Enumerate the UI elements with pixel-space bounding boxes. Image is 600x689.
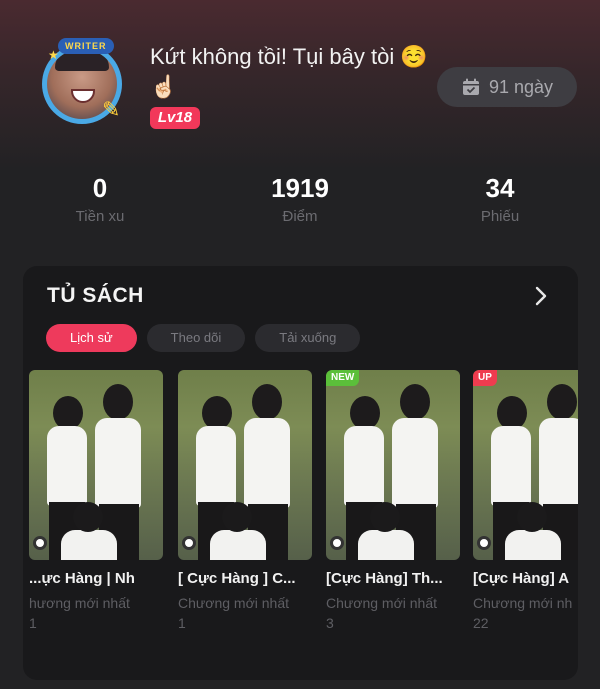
- book-title: [Cực Hàng] Th...: [326, 570, 443, 587]
- play-icon: [182, 536, 196, 550]
- bookshelf-title: TỦ SÁCH: [47, 284, 144, 307]
- star-icon: ★: [48, 48, 59, 62]
- book-title: ực Hàng | Nh...: [29, 570, 135, 587]
- days-label: 91 ngày: [488, 76, 554, 97]
- update-badge: UP: [473, 370, 497, 386]
- bookshelf-panel: TỦ SÁCH Lịch sử Theo dõi Tải xuống ực Hà…: [23, 266, 578, 680]
- book-list: ực Hàng | Nh... hương mới nhất 1 [ Cực H…: [23, 370, 578, 670]
- book-cover: [29, 370, 163, 560]
- book-chapter: 22: [473, 615, 489, 631]
- tab-following[interactable]: Theo dõi: [146, 324, 246, 352]
- calendar-icon: [462, 78, 479, 95]
- tab-history[interactable]: Lịch sử: [46, 324, 137, 352]
- book-cover: [178, 370, 312, 560]
- book-chapter: 3: [326, 615, 334, 631]
- writer-badge: WRITER: [58, 38, 114, 54]
- book-subtitle: Chương mới nhất: [326, 595, 438, 611]
- book-title: [Cực Hàng] A: [473, 570, 570, 587]
- username: Kứt không tồi! Tụi bây tòi ☺️☝🏻: [150, 44, 428, 99]
- stat-label: Tiền xu: [75, 208, 125, 225]
- book-subtitle: Chương mới nhất: [178, 595, 290, 611]
- stat-value: 0: [92, 173, 108, 203]
- avatar[interactable]: ★ WRITER ✎: [42, 38, 128, 130]
- book-cover: UP: [473, 370, 578, 560]
- book-card[interactable]: ực Hàng | Nh... hương mới nhất 1: [29, 370, 163, 631]
- bookshelf-tabs: Lịch sử Theo dõi Tải xuống: [46, 324, 361, 352]
- play-icon: [33, 536, 47, 550]
- stat-tickets[interactable]: 34 Phiếu: [440, 172, 560, 225]
- stat-value: 1919: [271, 173, 329, 203]
- level-badge: Lv18: [150, 107, 200, 129]
- book-card[interactable]: [ Cực Hàng ] C... Chương mới nhất 1: [178, 370, 312, 631]
- book-subtitle: Chương mới nh: [473, 595, 573, 611]
- pencil-icon: ✎: [102, 97, 121, 122]
- play-icon: [477, 536, 491, 550]
- stat-label: Điểm: [282, 208, 318, 225]
- book-chapter: 1: [29, 615, 37, 631]
- stat-points[interactable]: 1919 Điểm: [240, 172, 360, 225]
- checkin-days-button[interactable]: 91 ngày: [437, 67, 577, 107]
- stat-coins[interactable]: 0 Tiền xu: [40, 172, 160, 225]
- book-subtitle: hương mới nhất: [29, 595, 130, 611]
- book-title: [ Cực Hàng ] C...: [178, 570, 296, 587]
- new-badge: NEW: [326, 370, 360, 386]
- chevron-right-icon[interactable]: [528, 284, 552, 308]
- stat-value: 34: [485, 173, 515, 203]
- stat-label: Phiếu: [480, 208, 520, 225]
- book-chapter: 1: [178, 615, 186, 631]
- book-card[interactable]: UP [Cực Hàng] A Chương mới nh 22: [473, 370, 578, 631]
- book-card[interactable]: NEW [Cực Hàng] Th... Chương mới nhất 3: [326, 370, 460, 631]
- book-cover: NEW: [326, 370, 460, 560]
- play-icon: [330, 536, 344, 550]
- tab-downloads[interactable]: Tải xuống: [255, 324, 361, 352]
